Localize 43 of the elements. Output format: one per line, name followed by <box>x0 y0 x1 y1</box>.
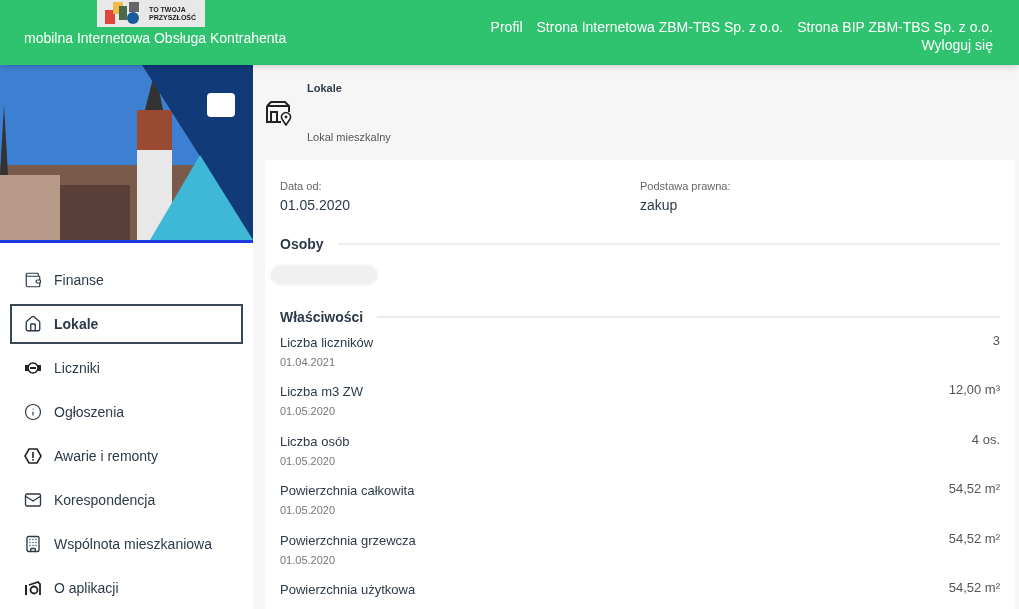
nav-item[interactable]: O aplikacji <box>10 568 243 608</box>
property-date: 01.05.2020 <box>280 503 337 518</box>
property-value: 12,00 m³ <box>948 383 1000 399</box>
property-value: 3 <box>992 333 1000 350</box>
property-date: 01.05.2020 <box>280 404 337 419</box>
shop-location-icon <box>265 99 293 126</box>
about-icon <box>24 579 42 597</box>
property-value: 4 os. <box>971 432 1000 449</box>
alert-icon <box>24 447 42 465</box>
wallet-icon <box>24 271 42 289</box>
meter-icon <box>24 359 42 377</box>
field-label: Podstawa prawna: <box>640 179 732 194</box>
property-name: Liczba m3 ZW <box>280 383 364 401</box>
info-icon <box>24 403 42 421</box>
property-date: 01.05.2020 <box>280 552 337 568</box>
home-icon <box>24 315 42 333</box>
nav-item[interactable]: Liczniki <box>10 348 243 388</box>
property-name: Powierzchnia użytkowa <box>280 581 416 599</box>
property-name: Powierzchnia całkowita <box>280 482 415 500</box>
nav-item[interactable]: Awarie i remonty <box>10 436 243 476</box>
field-label: Data od: <box>280 179 323 194</box>
app-title: mobilna Internetowa Obsługa Kontrahenta <box>24 29 287 48</box>
property-date: 01.05.2020 <box>280 453 337 469</box>
nav-item[interactable]: Wspólnota mieszkaniowa <box>10 524 243 564</box>
page-title: Lokale <box>307 80 343 96</box>
building-icon <box>24 535 42 553</box>
property-name: Liczba osób <box>280 432 350 451</box>
field-value: 01.05.2020 <box>280 195 352 215</box>
nav-item[interactable]: Korespondencja <box>10 480 243 520</box>
page-subtitle: Lokal mieszkalny <box>307 130 391 145</box>
section-heading: Właściwości <box>280 307 364 327</box>
mail-icon <box>24 491 42 509</box>
nav-item[interactable]: Ogłoszenia <box>10 392 243 432</box>
property-date: 01.04.2021 <box>280 354 337 370</box>
section-heading: Osoby <box>280 234 324 254</box>
property-value: 54,52 m² <box>948 581 1000 597</box>
nav-item[interactable]: Finanse <box>10 260 243 300</box>
nav-item[interactable]: Lokale <box>10 304 243 344</box>
property-value: 54,52 m² <box>948 531 1000 548</box>
property-value: 54,52 m² <box>948 482 1000 498</box>
field-value: zakup <box>640 195 679 215</box>
property-name: Liczba liczników <box>280 333 374 352</box>
property-name: Powierzchnia grzewcza <box>280 531 416 550</box>
